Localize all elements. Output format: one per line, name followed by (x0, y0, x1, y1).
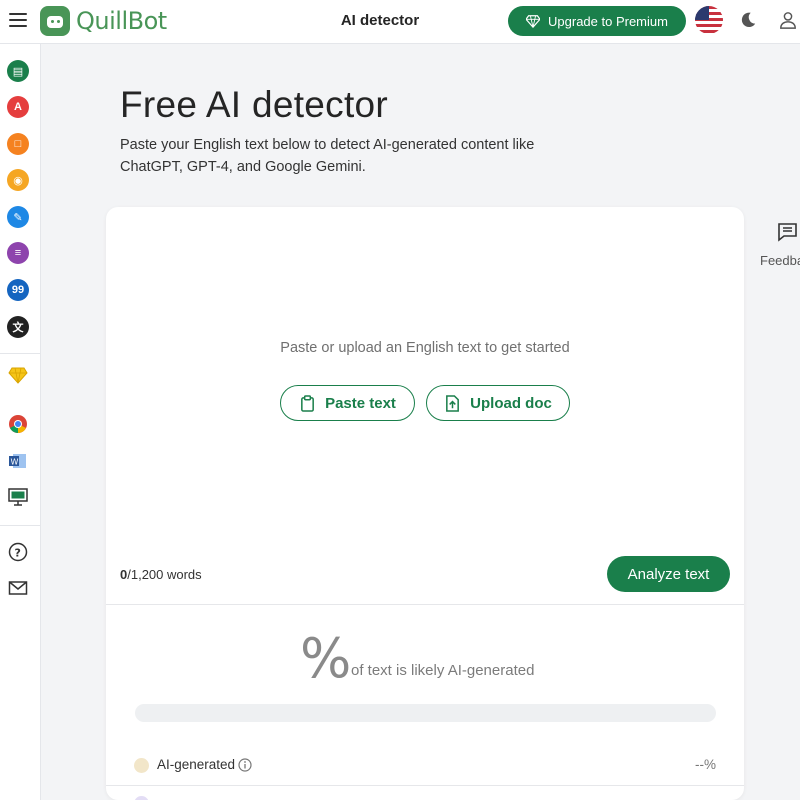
tools-sidebar: ▤ A □ ◉ ✎ ≡ 99 文 W ? (0, 44, 41, 800)
paste-text-button[interactable]: Paste text (280, 385, 415, 421)
user-account-icon[interactable] (779, 11, 797, 29)
analyze-text-button[interactable]: Analyze text (607, 556, 730, 592)
top-bar: QuillBot AI detector Upgrade to Premium (0, 0, 800, 44)
grammar-checker-tool-icon[interactable]: A (7, 96, 29, 118)
ai-percentage-symbol: % (300, 627, 352, 690)
legend-row-ai-generated: AI-generated --% (134, 757, 716, 777)
menu-icon[interactable] (9, 13, 27, 27)
word-extension-icon[interactable]: W (8, 451, 28, 471)
upload-doc-label: Upload doc (470, 394, 552, 412)
feedback-button[interactable]: Feedback (760, 222, 800, 272)
help-icon[interactable]: ? (8, 542, 28, 562)
upload-file-icon (446, 394, 460, 412)
chrome-extension-icon[interactable] (8, 414, 28, 434)
desktop-app-icon[interactable] (8, 487, 28, 507)
paraphraser-tool-icon[interactable]: ▤ (7, 60, 29, 82)
feedback-message-icon (778, 223, 797, 242)
mail-icon[interactable] (8, 578, 28, 598)
text-input-prompt[interactable]: Paste or upload an English text to get s… (106, 340, 744, 356)
sidebar-divider (0, 525, 40, 526)
translator-tool-icon[interactable]: 文 (7, 316, 29, 338)
ai-score-bar (135, 704, 716, 722)
brand-name: QuillBot (76, 7, 167, 35)
clipboard-icon (301, 394, 314, 412)
page-title: AI detector (340, 12, 420, 29)
premium-diamond-icon[interactable] (8, 365, 28, 385)
ai-generated-value: --% (695, 757, 716, 772)
page-subtitle: Paste your English text below to detect … (120, 137, 535, 175)
upgrade-label: Upgrade to Premium (548, 13, 668, 29)
svg-text:W: W (11, 458, 19, 467)
word-count-limit: /1,200 words (127, 567, 202, 582)
us-flag-language-icon[interactable] (695, 6, 723, 34)
sidebar-divider (0, 353, 40, 354)
results-divider (106, 604, 744, 605)
detector-card: Paste or upload an English text to get s… (106, 207, 744, 800)
legend-separator (106, 785, 744, 786)
feedback-label: Feedback (760, 253, 800, 268)
quillbot-robot-icon (40, 6, 70, 36)
ai-percentage-caption: of text is likely AI-generated (351, 662, 535, 679)
page-heading: Free AI detector (120, 84, 389, 125)
upgrade-to-premium-button[interactable]: Upgrade to Premium (508, 6, 686, 36)
svg-text:?: ? (15, 547, 21, 560)
legend-next-color-dot (134, 796, 149, 800)
diamond-icon (526, 15, 541, 28)
ai-detector-tool-icon[interactable]: □ (7, 133, 29, 155)
word-count: 0/1,200 words (120, 567, 202, 582)
ai-generated-label: AI-generated (157, 757, 236, 772)
citation-generator-tool-icon[interactable]: 99 (7, 279, 29, 301)
paste-text-label: Paste text (325, 394, 396, 412)
info-icon[interactable] (238, 758, 252, 772)
plagiarism-checker-tool-icon[interactable]: ◉ (7, 169, 29, 191)
ai-humanizer-tool-icon[interactable]: ✎ (7, 206, 29, 228)
ai-generated-color-dot (134, 758, 149, 773)
summarizer-tool-icon[interactable]: ≡ (7, 242, 29, 264)
quillbot-logo[interactable]: QuillBot (40, 6, 167, 36)
dark-mode-moon-icon[interactable] (739, 11, 757, 29)
upload-doc-button[interactable]: Upload doc (426, 385, 570, 421)
